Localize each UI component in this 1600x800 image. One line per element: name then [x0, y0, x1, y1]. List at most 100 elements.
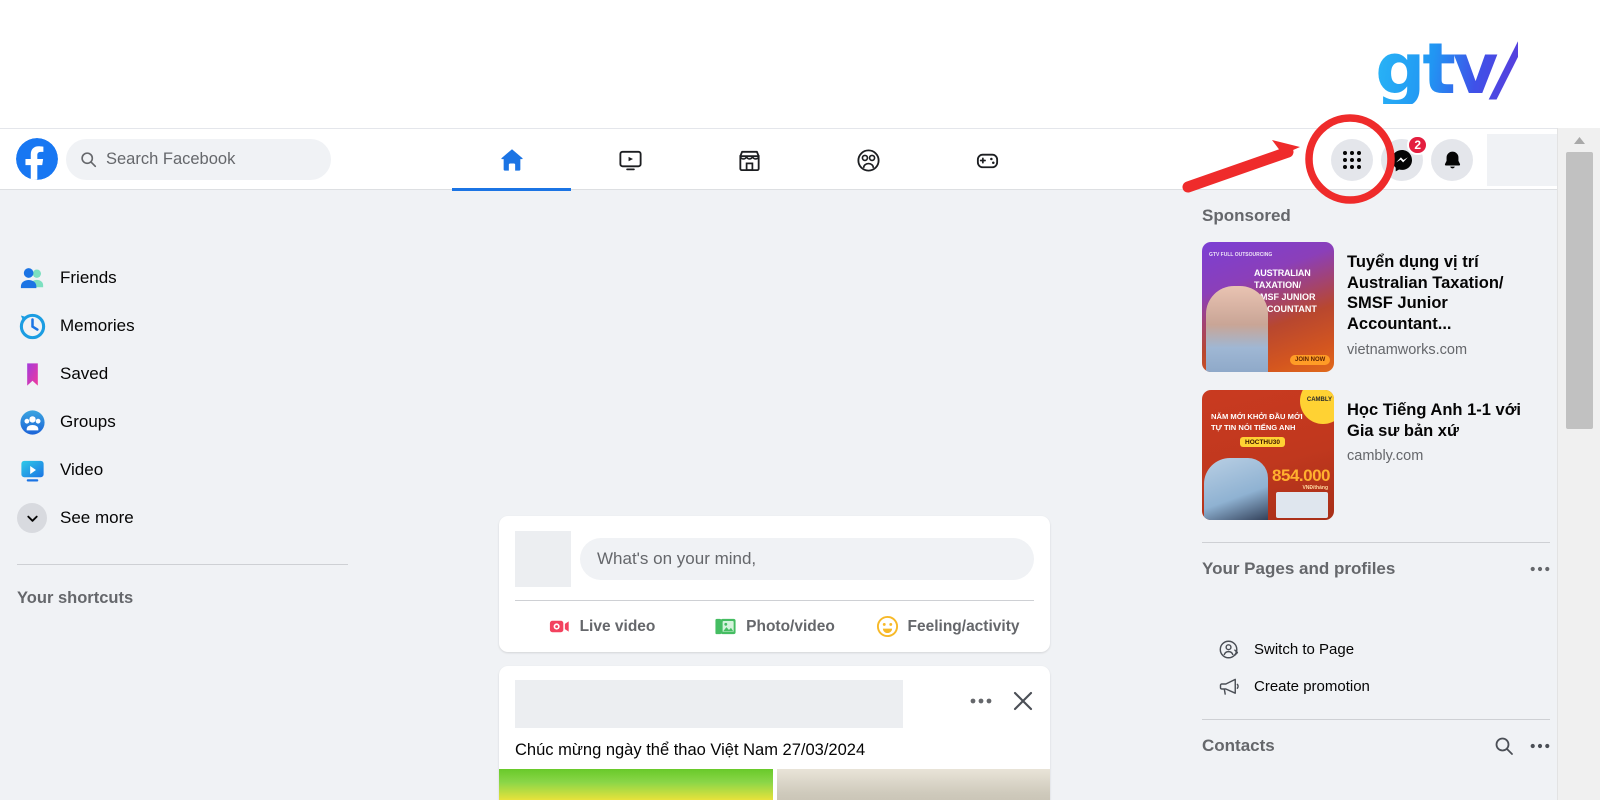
- page-body: Friends Memories Saved Groups Video See …: [0, 190, 1557, 800]
- ad2-thumb-price-unit: VNĐ/tháng: [1302, 485, 1328, 491]
- post-photo-2[interactable]: [776, 769, 1050, 800]
- sponsored-ad-1-thumbnail: GTV FULL OUTSOURCING AUSTRALIAN TAXATION…: [1202, 242, 1334, 372]
- account-avatar-placeholder[interactable]: [1487, 134, 1557, 186]
- contacts-section-title: Contacts: [1202, 736, 1275, 755]
- nav-tab-underline: [690, 188, 809, 191]
- switch-to-page-link[interactable]: Switch to Page: [1196, 631, 1556, 668]
- post-composer-card: What's on your mind, Live video Photo/vi…: [499, 516, 1050, 652]
- scroll-up-button[interactable]: [1558, 128, 1600, 152]
- pages-section-spacer: [1196, 579, 1556, 631]
- messenger-button[interactable]: 2: [1381, 135, 1428, 181]
- messenger-badge: 2: [1407, 135, 1428, 155]
- nav-tab-underline: [809, 188, 928, 191]
- composer-feeling-activity-button[interactable]: Feeling/activity: [861, 615, 1034, 638]
- header-left-group: Search Facebook: [0, 138, 331, 180]
- switch-page-icon: [1219, 640, 1239, 659]
- sponsored-ad-2-title: Học Tiếng Anh 1-1 với Gia sư bản xứ: [1347, 401, 1522, 440]
- contacts-section-actions: [1494, 736, 1550, 756]
- post-photo-grid: [499, 769, 1050, 800]
- groups-icon: [17, 407, 47, 437]
- sponsored-ad-1[interactable]: GTV FULL OUTSOURCING AUSTRALIAN TAXATION…: [1196, 234, 1556, 382]
- search-input[interactable]: Search Facebook: [66, 138, 331, 180]
- facebook-logo[interactable]: [16, 138, 58, 180]
- sidebar-item-label: Video: [60, 460, 104, 479]
- scrollbar-thumb[interactable]: [1566, 152, 1593, 429]
- video-icon: [17, 455, 47, 485]
- close-x-icon[interactable]: [1012, 690, 1034, 712]
- nav-tab-underline: [571, 188, 690, 191]
- composer-photo-video-button[interactable]: Photo/video: [688, 615, 861, 638]
- ad1-thumb-line-2: TAXATION/: [1254, 280, 1302, 290]
- sponsored-heading: Sponsored: [1202, 206, 1291, 225]
- ad1-thumb-person: [1206, 286, 1268, 372]
- composer-avatar: [515, 531, 571, 587]
- search-icon: [81, 151, 97, 167]
- nav-tab-marketplace[interactable]: [690, 129, 809, 191]
- post-header-controls: [970, 680, 1034, 712]
- composer-placeholder: What's on your mind,: [597, 549, 757, 568]
- ad1-thumb-line-1: AUSTRALIAN: [1254, 268, 1311, 278]
- sponsored-ad-1-title: Tuyển dụng vị trí Australian Taxation/ S…: [1347, 253, 1504, 333]
- post-header: [499, 680, 1050, 728]
- ellipsis-icon[interactable]: [970, 698, 992, 704]
- gtv-logo-slash: /: [1495, 28, 1518, 110]
- sponsored-ad-2-thumbnail: CAMBLY NĂM MỚI KHỞI ĐẦU MỚI TỰ TIN NÓI T…: [1202, 390, 1334, 520]
- scroll-up-arrow-icon: [1574, 136, 1585, 144]
- pages-section-actions: [1530, 566, 1550, 572]
- feeling-activity-icon: [876, 615, 898, 638]
- sidebar-item-video[interactable]: Video: [0, 446, 380, 494]
- contacts-section-header: Contacts: [1196, 720, 1556, 756]
- right-rail: Sponsored GTV FULL OUTSOURCING AUSTRALIA…: [1196, 190, 1556, 756]
- bell-icon: [1444, 151, 1460, 168]
- groups-icon: [857, 148, 880, 172]
- nav-tab-video[interactable]: [571, 129, 690, 191]
- pages-section-header: Your Pages and profiles: [1196, 543, 1556, 579]
- memories-clock-icon: [17, 311, 47, 341]
- ad2-thumb-code: HOCTHU30: [1240, 437, 1286, 447]
- composer-action-label: Live video: [579, 617, 656, 635]
- ad2-badge-circle: [1300, 390, 1334, 424]
- sidebar-item-friends[interactable]: Friends: [0, 254, 380, 302]
- nav-tab-home[interactable]: [452, 129, 571, 191]
- sidebar-item-groups[interactable]: Groups: [0, 398, 380, 446]
- ad1-thumb-kicker: GTV FULL OUTSOURCING: [1209, 252, 1273, 258]
- sponsored-ad-2-body: Học Tiếng Anh 1-1 với Gia sư bản xứ camb…: [1347, 390, 1550, 520]
- ad2-thumb-line-1: NĂM MỚI KHỞI ĐẦU MỚI: [1211, 412, 1303, 421]
- facebook-header: Search Facebook 2: [0, 128, 1557, 191]
- create-promotion-link[interactable]: Create promotion: [1196, 668, 1556, 705]
- search-placeholder: Search Facebook: [106, 149, 236, 168]
- composer-actions: Live video Photo/video Feeling/activity: [515, 601, 1034, 652]
- see-more-circle: [17, 503, 47, 533]
- gtv-logo-g: g: [1375, 28, 1423, 110]
- menu-grid-button[interactable]: [1331, 139, 1373, 181]
- ellipsis-icon[interactable]: [1530, 743, 1550, 749]
- gtv-logo: gtv/: [1375, 34, 1518, 104]
- sponsored-ad-2-url: cambly.com: [1347, 448, 1424, 465]
- nav-tab-gaming[interactable]: [928, 129, 1047, 191]
- ellipsis-icon[interactable]: [1530, 566, 1550, 572]
- pages-section-title: Your Pages and profiles: [1202, 559, 1396, 578]
- sponsored-ad-2[interactable]: CAMBLY NĂM MỚI KHỞI ĐẦU MỚI TỰ TIN NÓI T…: [1196, 382, 1556, 530]
- sponsored-ad-1-url: vietnamworks.com: [1347, 341, 1468, 358]
- sidebar-item-label: See more: [60, 508, 134, 527]
- sponsored-ad-1-body: Tuyển dụng vị trí Australian Taxation/ S…: [1347, 242, 1550, 372]
- sidebar-item-saved[interactable]: Saved: [0, 350, 380, 398]
- search-icon[interactable]: [1494, 736, 1514, 756]
- composer-action-label: Feeling/activity: [907, 617, 1020, 635]
- nine-dots-icon: [1343, 151, 1361, 169]
- browser-scrollbar[interactable]: [1557, 128, 1600, 800]
- nav-tab-underline: [928, 188, 1047, 191]
- ad1-thumb-cta: JOIN NOW: [1290, 355, 1331, 365]
- sidebar-item-see-more[interactable]: See more: [0, 494, 380, 542]
- live-video-icon: [549, 620, 569, 633]
- notifications-button[interactable]: [1431, 139, 1473, 181]
- post-photo-1[interactable]: [499, 769, 773, 800]
- composer-input[interactable]: What's on your mind,: [580, 538, 1034, 580]
- composer-live-video-button[interactable]: Live video: [515, 615, 688, 638]
- sidebar-item-label: Groups: [60, 412, 116, 431]
- screenshot-root: gtv/ Search Facebook 2 Friends Memories …: [0, 0, 1600, 800]
- nav-tab-groups[interactable]: [809, 129, 928, 191]
- photo-video-icon: [715, 618, 736, 635]
- sidebar-item-memories[interactable]: Memories: [0, 302, 380, 350]
- post-author-placeholder: [515, 680, 903, 728]
